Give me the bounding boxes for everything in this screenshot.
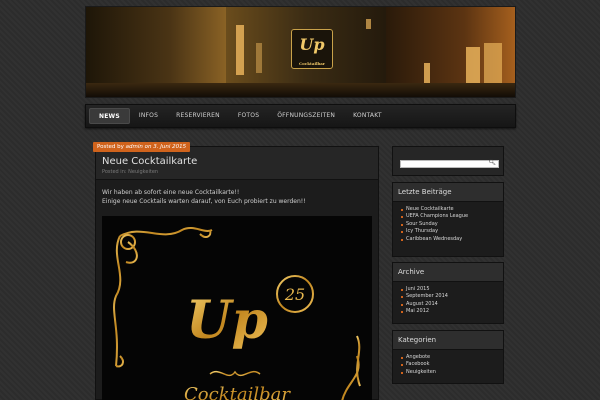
post-category[interactable]: Posted in: Neuigkeiten [102, 169, 372, 175]
post-body: Wir haben ab sofort eine neue Cocktailka… [96, 180, 378, 206]
post-date: 3. Juni 2015 [153, 144, 187, 150]
widget-title: Letzte Beiträge [393, 183, 503, 202]
list-item[interactable]: Juni 2015 [401, 286, 503, 293]
banner-window [236, 25, 244, 75]
post-title[interactable]: Neue Cocktailkarte [102, 156, 372, 167]
bar-sign-logo: Up [299, 35, 325, 54]
search-widget: 🔍︎ [392, 146, 504, 176]
main-navigation: NEWS INFOS RESERVIEREN FOTOS ÖFFNUNGSZEI… [85, 104, 516, 128]
list-item[interactable]: UEFA Champions League [401, 213, 503, 220]
nav-item-kontakt[interactable]: KONTAKT [344, 108, 391, 124]
bar-sign: Up Cocktailbar [291, 29, 333, 69]
nav-item-reservieren[interactable]: RESERVIEREN [167, 108, 229, 124]
categories-widget: Kategorien Angebote Facebook Neuigkeiten [392, 330, 504, 384]
post-meta: Posted by admin on 3. Juni 2015 [93, 142, 191, 152]
post-meta-prefix: Posted by [97, 144, 124, 150]
list-item[interactable]: Sour Sunday [401, 221, 503, 228]
cocktail-menu-image[interactable]: 25 Up Cocktailbar [102, 216, 372, 400]
ornament-corner-icon [341, 335, 361, 400]
banner-window [366, 19, 371, 29]
post-text-line: Einige neue Cocktails warten darauf, von… [102, 198, 306, 205]
categories-list: Angebote Facebook Neuigkeiten [393, 350, 503, 379]
banner-window [256, 43, 262, 73]
list-item[interactable]: Facebook [401, 361, 503, 368]
archive-widget: Archive Juni 2015 September 2014 August … [392, 262, 504, 324]
search-input[interactable]: 🔍︎ [400, 159, 499, 168]
list-item[interactable]: August 2014 [401, 301, 503, 308]
list-item[interactable]: September 2014 [401, 293, 503, 300]
list-item[interactable]: Neuigkeiten [401, 369, 503, 376]
nav-item-infos[interactable]: INFOS [130, 108, 167, 124]
banner-street [86, 83, 515, 97]
list-item[interactable]: Angebote [401, 354, 503, 361]
post-header: Posted by admin on 3. Juni 2015 Neue Coc… [93, 142, 378, 180]
archive-list: Juni 2015 September 2014 August 2014 Mai… [393, 282, 503, 319]
nav-item-oeffnungszeiten[interactable]: ÖFFNUNGSZEITEN [268, 108, 344, 124]
poster-logo: Up [186, 290, 268, 351]
widget-title: Kategorien [393, 331, 503, 350]
post-meta-on: on [144, 144, 152, 150]
blog-post: Posted by admin on 3. Juni 2015 Neue Coc… [93, 142, 379, 400]
poster-number: 25 [284, 285, 305, 304]
search-icon[interactable]: 🔍︎ [488, 159, 496, 166]
post-text-line: Wir haben ab sofort eine neue Cocktailka… [102, 189, 240, 196]
nav-item-news[interactable]: NEWS [89, 108, 130, 124]
recent-posts-widget: Letzte Beiträge Neue Cocktailkarte UEFA … [392, 182, 504, 257]
poster-subtitle: Cocktailbar [184, 384, 291, 400]
post-author-link[interactable]: admin [126, 144, 143, 150]
list-item[interactable]: Neue Cocktailkarte [401, 206, 503, 213]
list-item[interactable]: Mai 2012 [401, 308, 503, 315]
cocktail-menu-artwork: 25 Up Cocktailbar [113, 227, 361, 400]
header-banner: Up Cocktailbar [85, 6, 516, 98]
list-item[interactable]: Icy Thursday [401, 228, 503, 235]
bar-sign-subtitle: Cocktailbar [298, 61, 326, 66]
list-item[interactable]: Caribbean Wednesday [401, 236, 503, 243]
widget-title: Archive [393, 263, 503, 282]
nav-item-fotos[interactable]: FOTOS [229, 108, 268, 124]
recent-posts-list: Neue Cocktailkarte UEFA Champions League… [393, 202, 503, 246]
flourish-icon [209, 370, 261, 377]
